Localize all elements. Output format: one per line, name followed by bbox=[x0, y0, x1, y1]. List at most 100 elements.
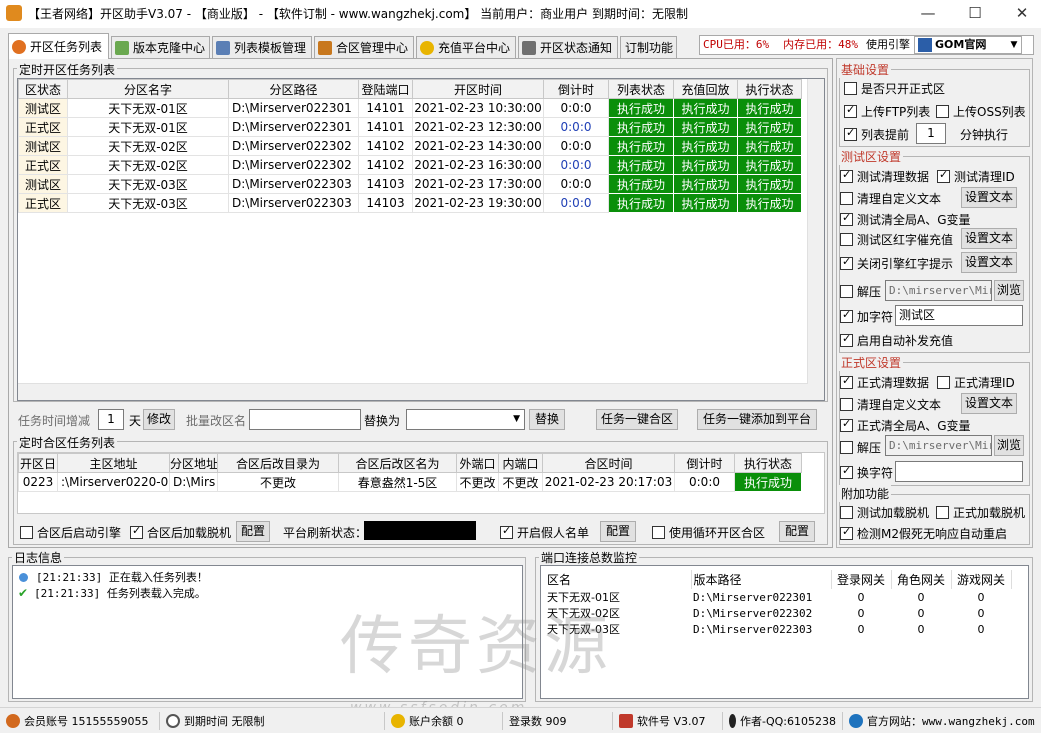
table-row[interactable]: 测试区 天下无双-02区 D:\Mirserver022302 14102 2021-0… bbox=[18, 136, 802, 156]
table-row[interactable]: 测试区 天下无双-01区 D:\Mirserver022301 14101 2021-0… bbox=[18, 98, 802, 118]
merge-list-grid: 开区日 主区地址 分区地址 合区后改目录为 合区后改区名为 外端口 内端口 合区… bbox=[17, 452, 825, 514]
list-ahead-checkbox[interactable]: 列表提前 bbox=[844, 126, 909, 143]
set-text-button-3[interactable]: 设置文本 bbox=[961, 252, 1017, 273]
column-header[interactable]: 执行状态 bbox=[737, 79, 802, 99]
column-header[interactable]: 登录网关 bbox=[831, 570, 892, 589]
table-row[interactable]: 正式区 天下无双-02区 D:\Mirserver022302 14102 2021-0… bbox=[18, 155, 802, 175]
column-header[interactable]: 内端口 bbox=[498, 453, 543, 473]
table-cell: 0 bbox=[857, 622, 865, 636]
column-header[interactable]: 分区路径 bbox=[228, 79, 359, 99]
modify-button[interactable]: 修改 bbox=[143, 409, 175, 430]
column-header[interactable]: 合区时间 bbox=[542, 453, 675, 473]
tab-task-list[interactable]: 开区任务列表 bbox=[8, 33, 109, 59]
batch-rename-input[interactable] bbox=[249, 409, 361, 430]
formal-clear-id-checkbox[interactable]: 正式清理ID bbox=[937, 374, 1015, 391]
config-button-2[interactable]: 配置 bbox=[600, 521, 636, 542]
browse-button-2[interactable]: 浏览 bbox=[994, 435, 1024, 456]
column-header[interactable]: 区名 bbox=[541, 570, 692, 589]
unzip-checkbox[interactable]: 解压 bbox=[840, 283, 881, 300]
maximize-button[interactable]: ☐ bbox=[955, 2, 995, 24]
column-header[interactable]: 充值回放 bbox=[673, 79, 738, 99]
unzip-path-input-2[interactable]: D:\mirserver\Mir20 bbox=[885, 435, 992, 456]
unzip-checkbox-2[interactable]: 解压 bbox=[840, 439, 881, 456]
test-red-recharge-checkbox[interactable]: 测试区红字催充值 bbox=[840, 231, 953, 248]
status-site[interactable]: 官方网站：www.wangzhekj.com bbox=[843, 712, 1041, 730]
column-header[interactable]: 合区后改目录为 bbox=[217, 453, 339, 473]
merge-all-button[interactable]: 任务一键合区 bbox=[596, 409, 678, 430]
checkbox-box bbox=[840, 211, 853, 226]
upload-oss-checkbox[interactable]: 上传OSS列表 bbox=[936, 103, 1026, 120]
table-row[interactable]: 正式区 天下无双-01区 D:\Mirserver022301 14101 2021-0… bbox=[18, 117, 802, 137]
formal-clear-global-checkbox[interactable]: 正式清全局A、G变量 bbox=[840, 417, 971, 434]
column-header[interactable]: 主区地址 bbox=[57, 453, 170, 473]
auto-recharge-checkbox[interactable]: 启用自动补发充值 bbox=[840, 332, 953, 349]
memory-usage: 内存已用：48% bbox=[783, 38, 858, 51]
minimize-button[interactable]: — bbox=[908, 2, 948, 24]
column-header[interactable]: 登陆端口 bbox=[358, 79, 413, 99]
horizontal-scrollbar[interactable] bbox=[18, 383, 808, 400]
test-clear-data-checkbox[interactable]: 测试清理数据 bbox=[840, 168, 929, 185]
table-row[interactable]: 正式区 天下无双-03区 D:\Mirserver022303 14103 2021-0… bbox=[18, 193, 802, 213]
column-header[interactable]: 角色网关 bbox=[891, 570, 952, 589]
table-row[interactable]: 天下无双-03区 D:\Mirserver022303 0 0 0 bbox=[541, 621, 1011, 637]
load-offline-checkbox[interactable]: 合区后加载脱机 bbox=[130, 524, 231, 541]
formal-clear-data-checkbox[interactable]: 正式清理数据 bbox=[840, 374, 929, 391]
tab-status-notify[interactable]: 开区状态通知 bbox=[518, 36, 618, 58]
tab-recharge-platform[interactable]: 充值平台中心 bbox=[416, 36, 516, 58]
close-red-hint-checkbox[interactable]: 关闭引擎红字提示 bbox=[840, 255, 953, 272]
set-text-button-4[interactable]: 设置文本 bbox=[961, 393, 1017, 414]
engine-select[interactable]: GOM官网 ▼ bbox=[914, 36, 1022, 54]
column-header[interactable]: 版本路径 bbox=[691, 570, 832, 589]
browse-button-1[interactable]: 浏览 bbox=[994, 280, 1024, 301]
tab-version-clone[interactable]: 版本克隆中心 bbox=[111, 36, 210, 58]
add-to-platform-button[interactable]: 任务一键添加到平台 bbox=[697, 409, 817, 430]
tab-list-template[interactable]: 列表模板管理 bbox=[212, 36, 312, 58]
replace-button[interactable]: 替换 bbox=[529, 409, 565, 430]
list-ahead-input[interactable]: 1 bbox=[916, 123, 946, 144]
add-char-input[interactable]: 测试区 bbox=[895, 305, 1023, 326]
replace-char-checkbox[interactable]: 换字符 bbox=[840, 464, 893, 481]
column-header[interactable]: 倒计时 bbox=[543, 79, 609, 99]
test-load-offline-checkbox[interactable]: 测试加载脱机 bbox=[840, 504, 929, 521]
replace-with-select[interactable]: ▼ bbox=[406, 409, 525, 430]
config-button-1[interactable]: 配置 bbox=[236, 521, 270, 542]
vertical-scrollbar[interactable] bbox=[807, 79, 824, 400]
only-formal-checkbox[interactable]: 是否只开正式区 bbox=[844, 80, 945, 97]
formal-load-offline-checkbox[interactable]: 正式加载脱机 bbox=[936, 504, 1025, 521]
start-engine-checkbox[interactable]: 合区后启动引擎 bbox=[20, 524, 121, 541]
unzip-path-input[interactable]: D:\mirserver\Mir20 bbox=[885, 280, 992, 301]
column-header[interactable]: 倒计时 bbox=[674, 453, 735, 473]
table-row[interactable]: 天下无双-01区 D:\Mirserver022301 0 0 0 bbox=[541, 589, 1011, 605]
fake-list-checkbox[interactable]: 开启假人名单 bbox=[500, 524, 589, 541]
site-text[interactable]: 官方网站：www.wangzhekj.com bbox=[867, 713, 1035, 729]
add-char-checkbox[interactable]: 加字符 bbox=[840, 308, 893, 325]
column-header[interactable]: 分区地址 bbox=[169, 453, 218, 473]
column-header[interactable]: 执行状态 bbox=[734, 453, 802, 473]
table-row[interactable]: 0223:\Mirserver0220-0 D:\Mirs 不更改 春意盎然1-5区不… bbox=[18, 472, 802, 492]
column-header[interactable]: 分区名字 bbox=[67, 79, 229, 99]
upload-ftp-checkbox[interactable]: 上传FTP列表 bbox=[844, 103, 930, 120]
config-button-3[interactable]: 配置 bbox=[779, 521, 815, 542]
column-header[interactable]: 列表状态 bbox=[608, 79, 674, 99]
clear-custom-text-checkbox[interactable]: 清理自定义文本 bbox=[840, 190, 941, 207]
column-header[interactable]: 游戏网关 bbox=[951, 570, 1012, 589]
replace-char-input[interactable] bbox=[895, 461, 1023, 482]
cycle-merge-checkbox[interactable]: 使用循环开区合区 bbox=[652, 524, 765, 541]
clear-custom-text-checkbox-2[interactable]: 清理自定义文本 bbox=[840, 396, 941, 413]
column-header[interactable]: 开区日 bbox=[18, 453, 58, 473]
time-adjust-input[interactable]: 1 bbox=[98, 409, 124, 430]
table-row[interactable]: 测试区 天下无双-03区 D:\Mirserver022303 14103 2021-0… bbox=[18, 174, 802, 194]
close-button[interactable]: ✕ bbox=[1002, 2, 1041, 24]
tab-merge-center[interactable]: 合区管理中心 bbox=[314, 36, 414, 58]
set-text-button-1[interactable]: 设置文本 bbox=[961, 187, 1017, 208]
column-header[interactable]: 外端口 bbox=[456, 453, 499, 473]
test-clear-global-checkbox[interactable]: 测试清全局A、G变量 bbox=[840, 211, 971, 228]
column-header[interactable]: 区状态 bbox=[18, 79, 68, 99]
column-header[interactable]: 合区后改区名为 bbox=[338, 453, 457, 473]
tab-custom[interactable]: 订制功能 bbox=[620, 36, 677, 58]
table-row[interactable]: 天下无双-02区 D:\Mirserver022302 0 0 0 bbox=[541, 605, 1011, 621]
detect-m2-checkbox[interactable]: 检测M2假死无响应自动重启 bbox=[840, 525, 1007, 542]
set-text-button-2[interactable]: 设置文本 bbox=[961, 228, 1017, 249]
column-header[interactable]: 开区时间 bbox=[412, 79, 544, 99]
test-clear-id-checkbox[interactable]: 测试清理ID bbox=[937, 168, 1015, 185]
